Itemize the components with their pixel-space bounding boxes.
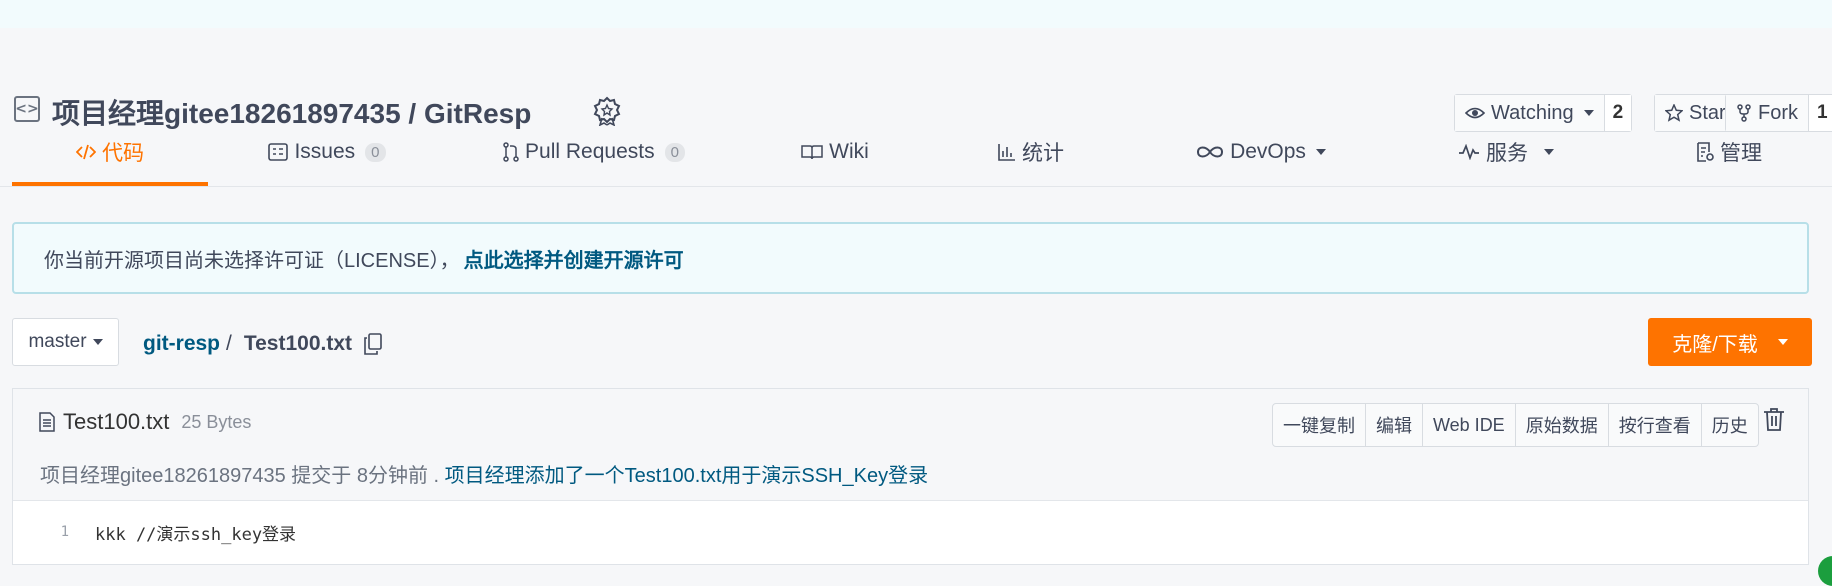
tab-manage[interactable]: 管理 xyxy=(1674,118,1784,186)
line-content: kkk //演示ssh_key登录 xyxy=(95,524,297,545)
settings-doc-icon xyxy=(1697,142,1714,162)
tab-pull-requests[interactable]: Pull Requests 0 xyxy=(496,118,692,186)
tab-issues[interactable]: Issues 0 xyxy=(262,118,392,186)
tab-wiki[interactable]: Wiki xyxy=(790,118,880,186)
chevron-down-icon xyxy=(1315,149,1326,155)
bar-chart-icon xyxy=(998,144,1015,161)
tab-devops[interactable]: DevOps xyxy=(1186,118,1336,186)
file-text-icon xyxy=(39,412,55,432)
breadcrumb: git-resp / Test100.txt xyxy=(143,332,382,356)
tab-label: 管理 xyxy=(1720,142,1762,165)
clone-download-button[interactable]: 克隆/下载 xyxy=(1648,318,1812,366)
history-button[interactable]: 历史 xyxy=(1702,404,1758,446)
issues-icon xyxy=(268,143,289,161)
tab-label: 服务 xyxy=(1486,142,1528,165)
trash-icon[interactable] xyxy=(1763,407,1785,431)
clone-label: 克隆/下载 xyxy=(1672,333,1758,356)
repo-tabs: 代码 Issues 0 Pull Requests 0 Wiki 统计 DevO… xyxy=(0,118,1832,186)
create-license-link[interactable]: 点此选择并创建开源许可 xyxy=(464,244,684,273)
breadcrumb-repo-link[interactable]: git-resp xyxy=(143,332,220,356)
pull-request-icon xyxy=(503,142,519,162)
tab-services[interactable]: 服务 xyxy=(1446,118,1566,186)
commit-time: 提交于 8分钟前 . xyxy=(291,465,440,487)
file-name: Test100.txt xyxy=(63,409,170,434)
file-actions: 一键复制 编辑 Web IDE 原始数据 按行查看 历史 xyxy=(1272,403,1759,447)
commit-author[interactable]: 项目经理gitee18261897435 xyxy=(40,465,286,487)
tab-label: 统计 xyxy=(1022,142,1064,165)
tab-label: DevOps xyxy=(1230,140,1306,163)
breadcrumb-separator: / xyxy=(226,332,232,355)
branch-name: master xyxy=(28,331,87,352)
tab-stats[interactable]: 统计 xyxy=(986,118,1076,186)
top-banner xyxy=(0,0,1832,29)
code-icon xyxy=(76,144,96,160)
file-size: 25 Bytes xyxy=(181,411,252,432)
tab-code[interactable]: 代码 xyxy=(12,118,208,186)
chevron-down-icon xyxy=(1544,149,1554,155)
file-title: Test100.txt 25 Bytes xyxy=(39,409,251,435)
pulse-icon xyxy=(1459,144,1479,160)
file-viewer: Test100.txt 25 Bytes 一键复制 编辑 Web IDE 原始数… xyxy=(12,388,1809,565)
tab-label: Issues xyxy=(294,140,356,163)
pr-count-badge: 0 xyxy=(664,142,685,162)
chevron-down-icon xyxy=(1583,110,1594,116)
copy-all-button[interactable]: 一键复制 xyxy=(1273,404,1366,446)
floating-help-button[interactable] xyxy=(1818,556,1832,586)
edit-button[interactable]: 编辑 xyxy=(1366,404,1423,446)
raw-button[interactable]: 原始数据 xyxy=(1516,404,1609,446)
book-icon xyxy=(801,145,823,160)
blame-button[interactable]: 按行查看 xyxy=(1609,404,1702,446)
chevron-down-icon xyxy=(1777,339,1788,345)
issues-count-badge: 0 xyxy=(365,142,386,162)
last-commit: 项目经理gitee18261897435 提交于 8分钟前 . 项目经理添加了一… xyxy=(40,459,928,488)
license-notice: 你当前开源项目尚未选择许可证（LICENSE）， 点此选择并创建开源许可 xyxy=(12,222,1809,294)
chevron-down-icon xyxy=(92,339,103,345)
breadcrumb-file: Test100.txt xyxy=(243,332,353,355)
commit-message-link[interactable]: 项目经理添加了一个Test100.txt用于演示SSH_Key登录 xyxy=(445,465,928,487)
tab-label: Wiki xyxy=(829,140,869,163)
copy-icon[interactable] xyxy=(364,333,382,355)
code-line: 1 kkk //演示ssh_key登录 xyxy=(13,501,1808,563)
web-ide-button[interactable]: Web IDE xyxy=(1423,404,1516,446)
tab-label: 代码 xyxy=(102,142,144,165)
infinity-icon xyxy=(1197,146,1224,158)
tab-label: Pull Requests xyxy=(525,140,655,163)
branch-select[interactable]: master xyxy=(12,318,119,366)
notice-text: 你当前开源项目尚未选择许可证（LICENSE）， xyxy=(44,249,460,272)
line-number[interactable]: 1 xyxy=(13,524,69,540)
file-header: Test100.txt 25 Bytes 一键复制 编辑 Web IDE 原始数… xyxy=(13,389,1808,501)
